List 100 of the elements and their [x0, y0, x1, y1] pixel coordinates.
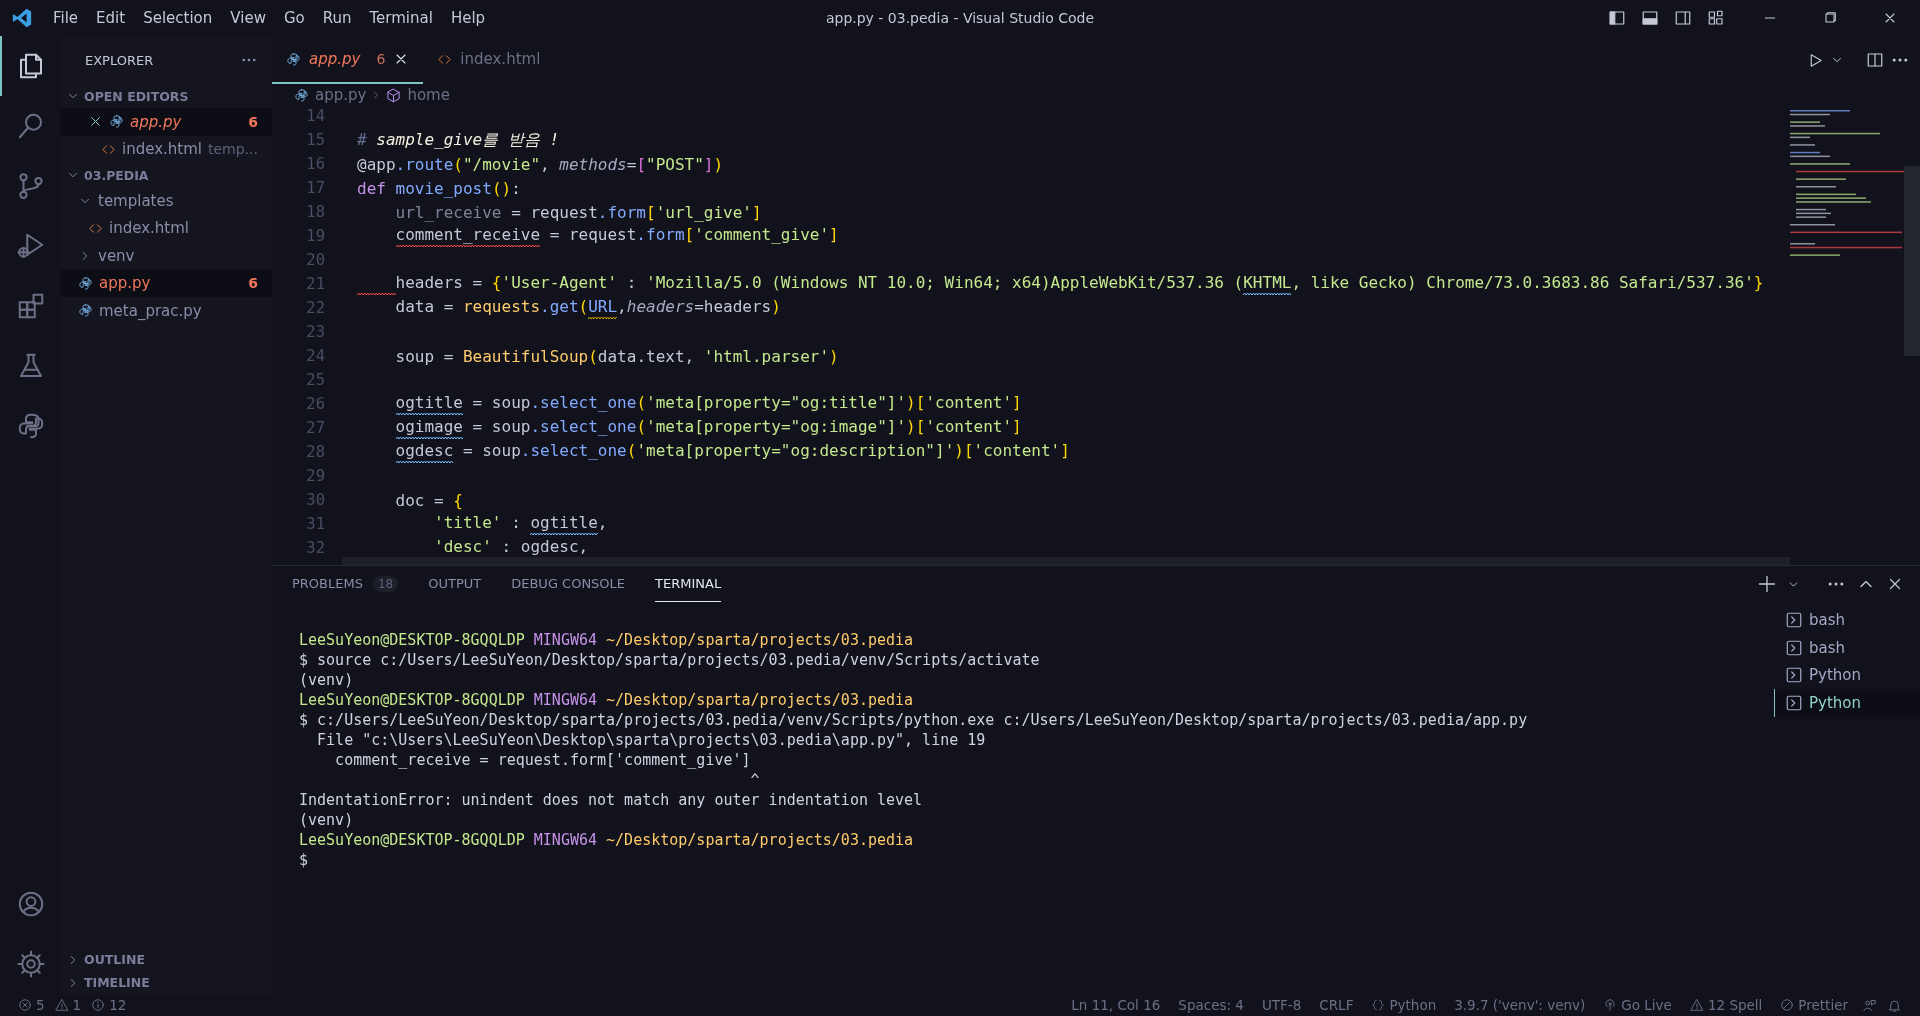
panel-tab[interactable]: PROBLEMS 18: [292, 566, 399, 602]
count-badge: 18: [372, 575, 399, 592]
code-line: headers = {'User-Agent' : 'Mozilla/5.0 (Windows NT 10.0; Win64; x64)AppleWebKit/537.36 (KHTML, like Gecko) Chrome/73.0.3683.86 Safari/537.36'}: [357, 272, 1764, 296]
code-line: doc = {: [394, 490, 463, 510]
sidebar-layout-icon[interactable]: [1607, 9, 1626, 27]
terminal-icon: [1785, 693, 1803, 712]
secondary-sidebar-icon[interactable]: [1673, 9, 1692, 27]
file-row[interactable]: index.html temp...: [60, 135, 272, 163]
feedback-icon[interactable]: [1862, 997, 1877, 1013]
breadcrumb-item[interactable]: home: [386, 86, 450, 104]
terminal-icon: [1785, 638, 1803, 657]
line-number: 21: [305, 275, 325, 293]
status-item[interactable]: CRLF: [1315, 997, 1358, 1013]
terminal-session-item[interactable]: Python: [1774, 661, 1920, 690]
cube-icon: [386, 87, 402, 103]
line-number: 14: [305, 107, 325, 125]
status-item[interactable]: Ln 11, Col 16: [1067, 997, 1165, 1013]
line-number: 24: [305, 347, 325, 365]
status-item[interactable]: UTF-8: [1257, 997, 1306, 1013]
code-line: ogdesc = soup.select_one('meta[property="og:description"]')['content']: [357, 440, 1070, 464]
line-number: 18: [305, 203, 325, 221]
python-icon[interactable]: [16, 411, 46, 441]
menu-item[interactable]: Run: [313, 0, 361, 36]
code-line: def movie_post():: [357, 178, 521, 198]
terminal-line: $: [299, 850, 310, 870]
customize-layout-icon[interactable]: [1706, 9, 1725, 27]
menu-item[interactable]: Go: [274, 0, 314, 36]
line-number: 32: [305, 539, 325, 557]
line-number: 28: [305, 443, 325, 461]
line-number: 26: [305, 395, 325, 413]
menu-item[interactable]: Edit: [87, 0, 135, 36]
scrollbar-thumb[interactable]: [1904, 166, 1920, 356]
menu-item[interactable]: Help: [441, 0, 495, 36]
code-line: comment_receive = request.form['comment_give']: [357, 224, 839, 248]
terminal-session-item[interactable]: bash: [1774, 606, 1920, 634]
status-item[interactable]: 12 Spell: [1685, 997, 1767, 1013]
status-item[interactable]: Spaces: 4: [1174, 997, 1248, 1013]
line-number: 15: [305, 131, 325, 149]
status-item[interactable]: Go Live: [1599, 997, 1676, 1013]
panel-tab[interactable]: TERMINAL: [655, 566, 722, 602]
terminal-line: ^: [749, 770, 761, 790]
python-file-icon: [78, 303, 93, 319]
file-row[interactable]: meta_prac.py: [60, 297, 272, 325]
panel-layout-icon[interactable]: [1640, 9, 1659, 27]
maximize-icon[interactable]: [1822, 10, 1838, 26]
line-number: 30: [305, 491, 325, 509]
line-number: 19: [305, 227, 325, 245]
warning-icon: [54, 998, 69, 1012]
line-number: 22: [305, 299, 325, 317]
section-header[interactable]: 03.PEDIA: [84, 167, 149, 183]
python-file-icon: [286, 51, 301, 67]
line-number: 25: [305, 371, 325, 389]
terminal-line: (venv): [299, 810, 355, 830]
code-line: data = requests.get(URL,headers=headers): [357, 296, 781, 320]
file-row[interactable]: app.py 6: [60, 269, 272, 297]
horizontal-scrollbar[interactable]: [342, 557, 1790, 565]
section-header[interactable]: OPEN EDITORS: [84, 88, 189, 104]
file-row[interactable]: templates: [60, 187, 272, 215]
section-header[interactable]: OUTLINE: [84, 952, 145, 967]
error-icon: [18, 998, 32, 1012]
python-file-icon: [294, 87, 309, 103]
status-item[interactable]: 12: [87, 997, 131, 1013]
code-line: ogtitle = soup.select_one('meta[property="og:title"]')['content']: [357, 392, 1022, 416]
settings-icon[interactable]: [16, 949, 46, 979]
panel-tab[interactable]: OUTPUT: [428, 566, 482, 602]
code-line: @app.route("/movie", methods=["POST"]): [357, 154, 724, 174]
status-item[interactable]: Prettier: [1776, 997, 1852, 1013]
terminal-line: LeeSuYeon@DESKTOP-8GQQLDP MINGW64 ~/Desktop/sparta/projects/03.pedia: [299, 830, 915, 850]
python-file-icon: [78, 275, 93, 291]
terminal-line: comment_receive = request.form['comment_give']: [334, 750, 752, 770]
code-line: # sample_give를 받음 !: [357, 129, 560, 151]
menu-item[interactable]: View: [221, 0, 275, 36]
status-item[interactable]: 1: [50, 997, 86, 1013]
file-row[interactable]: app.py 6: [60, 108, 272, 136]
file-row[interactable]: venv: [60, 242, 272, 270]
new-terminal-icon[interactable]: [1757, 574, 1777, 594]
bell-icon[interactable]: [1887, 997, 1902, 1013]
section-header[interactable]: TIMELINE: [84, 975, 150, 990]
terminal-session-item[interactable]: bash: [1774, 633, 1920, 662]
panel-tab[interactable]: DEBUG CONSOLE: [511, 566, 626, 602]
warning-icon: [1689, 998, 1704, 1012]
editor-tab[interactable]: app.py 6: [272, 36, 424, 84]
file-row[interactable]: index.html: [60, 214, 272, 242]
extensions-icon[interactable]: [16, 291, 46, 321]
run-debug-icon[interactable]: [16, 231, 46, 261]
terminal-session-item[interactable]: Python: [1774, 689, 1920, 717]
editor-tab[interactable]: index.html: [423, 36, 555, 84]
status-item[interactable]: 5: [14, 997, 49, 1013]
split-editor-icon[interactable]: [1866, 51, 1884, 69]
menu-item[interactable]: Selection: [134, 0, 222, 36]
menu-item[interactable]: Terminal: [360, 0, 442, 36]
account-icon[interactable]: [16, 889, 46, 919]
status-item[interactable]: 3.9.7 ('venv': venv): [1450, 997, 1590, 1013]
terminal-line: LeeSuYeon@DESKTOP-8GQQLDP MINGW64 ~/Desktop/sparta/projects/03.pedia: [299, 630, 915, 650]
source-control-icon[interactable]: [16, 171, 46, 201]
menu-item[interactable]: File: [44, 0, 88, 36]
terminal-line: $ c:/Users/LeeSuYeon/Desktop/sparta/projects/03.pedia/venv/Scripts/python.exe c:/Users/LeeSuYeon/Desktop/sparta/projects/03.pedia/app.py: [299, 710, 1529, 730]
line-number: 23: [305, 323, 325, 341]
breadcrumb-item[interactable]: app.py: [294, 86, 367, 104]
status-item[interactable]: Python: [1367, 997, 1441, 1013]
